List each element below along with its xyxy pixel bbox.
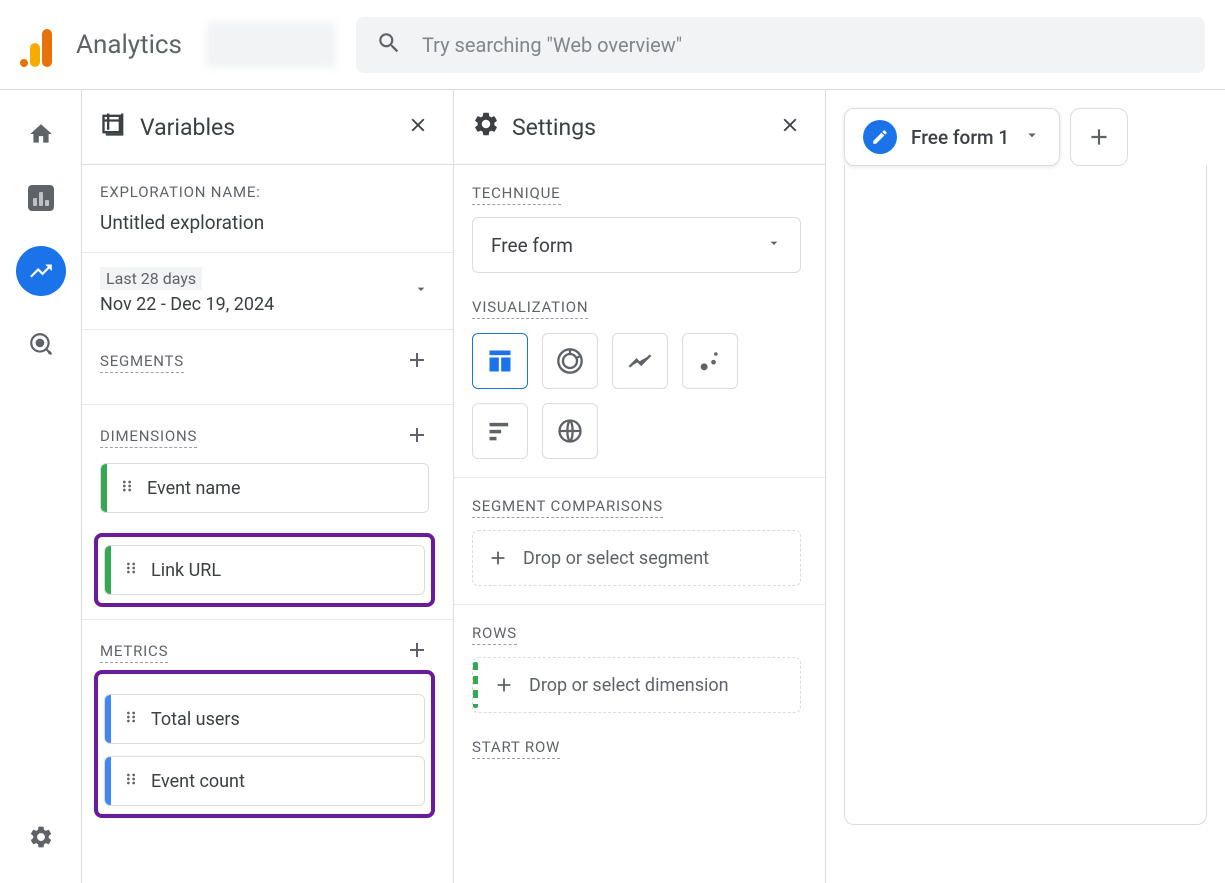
exploration-name-input[interactable]: Untitled exploration — [100, 211, 429, 234]
metrics-section: METRICS Total users — [82, 620, 453, 830]
property-selector[interactable] — [206, 22, 336, 68]
highlight-annotation: Total users Event count — [94, 670, 435, 818]
metric-chip-label: Total users — [151, 709, 240, 730]
date-range-selector[interactable]: Last 28 days Nov 22 - Dec 19, 2024 — [82, 253, 453, 330]
drag-handle-icon — [111, 560, 151, 580]
search-icon — [376, 30, 402, 60]
metric-chip-label: Event count — [151, 771, 245, 792]
segments-label: SEGMENTS — [100, 352, 184, 373]
add-metric-button[interactable] — [405, 638, 429, 666]
dimension-chip[interactable]: Link URL — [104, 545, 425, 595]
ga-logo-icon — [20, 23, 64, 67]
nav-admin-icon[interactable] — [25, 821, 57, 853]
app-header: Analytics Try searching "Web overview" — [0, 0, 1225, 90]
technique-section: TECHNIQUE Free form VISUALIZATION — [454, 165, 825, 478]
date-literal: Nov 22 - Dec 19, 2024 — [100, 294, 274, 315]
close-settings-icon[interactable] — [779, 114, 801, 140]
technique-value: Free form — [491, 234, 573, 257]
visualization-label: VISUALIZATION — [472, 298, 588, 319]
rows-drop-zone[interactable]: Drop or select dimension — [472, 657, 801, 713]
add-dimension-button[interactable] — [405, 423, 429, 451]
tab-bar: Free form 1 — [844, 108, 1207, 166]
nav-home-icon[interactable] — [25, 118, 57, 150]
metric-chip[interactable]: Total users — [104, 694, 425, 744]
segment-comparisons-label: SEGMENT COMPARISONS — [472, 497, 663, 518]
start-row-label: START ROW — [472, 738, 560, 759]
variables-panel: Variables EXPLORATION NAME: Untitled exp… — [82, 90, 454, 883]
drag-handle-icon — [107, 478, 147, 498]
metrics-label: METRICS — [100, 642, 168, 663]
add-segment-button[interactable] — [405, 348, 429, 376]
close-variables-icon[interactable] — [407, 114, 429, 140]
dimension-chip-label: Link URL — [151, 560, 221, 581]
add-tab-button[interactable] — [1070, 108, 1128, 166]
settings-title: Settings — [512, 114, 596, 141]
visualization-grid — [472, 333, 801, 459]
viz-line-button[interactable] — [612, 333, 668, 389]
date-preset: Last 28 days — [100, 267, 202, 290]
brand-name: Analytics — [76, 30, 182, 60]
segments-section: SEGMENTS — [82, 330, 453, 405]
left-nav — [0, 90, 82, 883]
segment-drop-text: Drop or select segment — [523, 548, 786, 569]
viz-donut-button[interactable] — [542, 333, 598, 389]
drop-indicator — [473, 662, 478, 708]
metric-chip[interactable]: Event count — [104, 756, 425, 806]
nav-advertising-icon[interactable] — [25, 328, 57, 360]
nav-explore-icon[interactable] — [16, 246, 66, 296]
nav-reports-icon[interactable] — [25, 182, 57, 214]
highlight-annotation: Link URL — [94, 533, 435, 607]
viz-table-button[interactable] — [472, 333, 528, 389]
variables-title: Variables — [140, 114, 235, 141]
segment-comparisons-section: SEGMENT COMPARISONS Drop or select segme… — [454, 478, 825, 605]
technique-label: TECHNIQUE — [472, 184, 561, 205]
caret-down-icon — [413, 281, 429, 301]
viz-geo-button[interactable] — [542, 403, 598, 459]
search-input[interactable]: Try searching "Web overview" — [356, 17, 1205, 73]
canvas-panel: Free form 1 — [826, 90, 1225, 883]
search-placeholder: Try searching "Web overview" — [422, 33, 682, 57]
settings-panel: Settings TECHNIQUE Free form VISUALIZATI… — [454, 90, 826, 883]
gear-icon — [472, 110, 500, 144]
drag-handle-icon — [111, 709, 151, 729]
settings-header: Settings — [454, 90, 825, 165]
tab-label: Free form 1 — [911, 126, 1009, 149]
exploration-name-label: EXPLORATION NAME: — [100, 183, 429, 201]
viz-scatter-button[interactable] — [682, 333, 738, 389]
exploration-name-section: EXPLORATION NAME: Untitled exploration — [82, 165, 453, 253]
pencil-icon — [863, 120, 897, 154]
viz-bar-button[interactable] — [472, 403, 528, 459]
technique-select[interactable]: Free form — [472, 217, 801, 273]
caret-down-icon — [766, 235, 782, 255]
dimension-chip-label: Event name — [147, 478, 241, 499]
exploration-canvas — [844, 165, 1207, 825]
drag-handle-icon — [111, 771, 151, 791]
variables-header: Variables — [82, 90, 453, 165]
rows-section: ROWS Drop or select dimension START ROW — [454, 605, 825, 777]
dimensions-section: DIMENSIONS Event name — [82, 405, 453, 620]
caret-down-icon[interactable] — [1023, 126, 1041, 148]
rows-label: ROWS — [472, 624, 517, 645]
segment-drop-zone[interactable]: Drop or select segment — [472, 530, 801, 586]
variables-icon — [100, 110, 128, 144]
tab-freeform-1[interactable]: Free form 1 — [844, 108, 1060, 166]
dimensions-label: DIMENSIONS — [100, 427, 197, 448]
rows-drop-text: Drop or select dimension — [529, 675, 786, 696]
dimension-chip[interactable]: Event name — [100, 463, 429, 513]
logo-area: Analytics — [20, 23, 182, 67]
